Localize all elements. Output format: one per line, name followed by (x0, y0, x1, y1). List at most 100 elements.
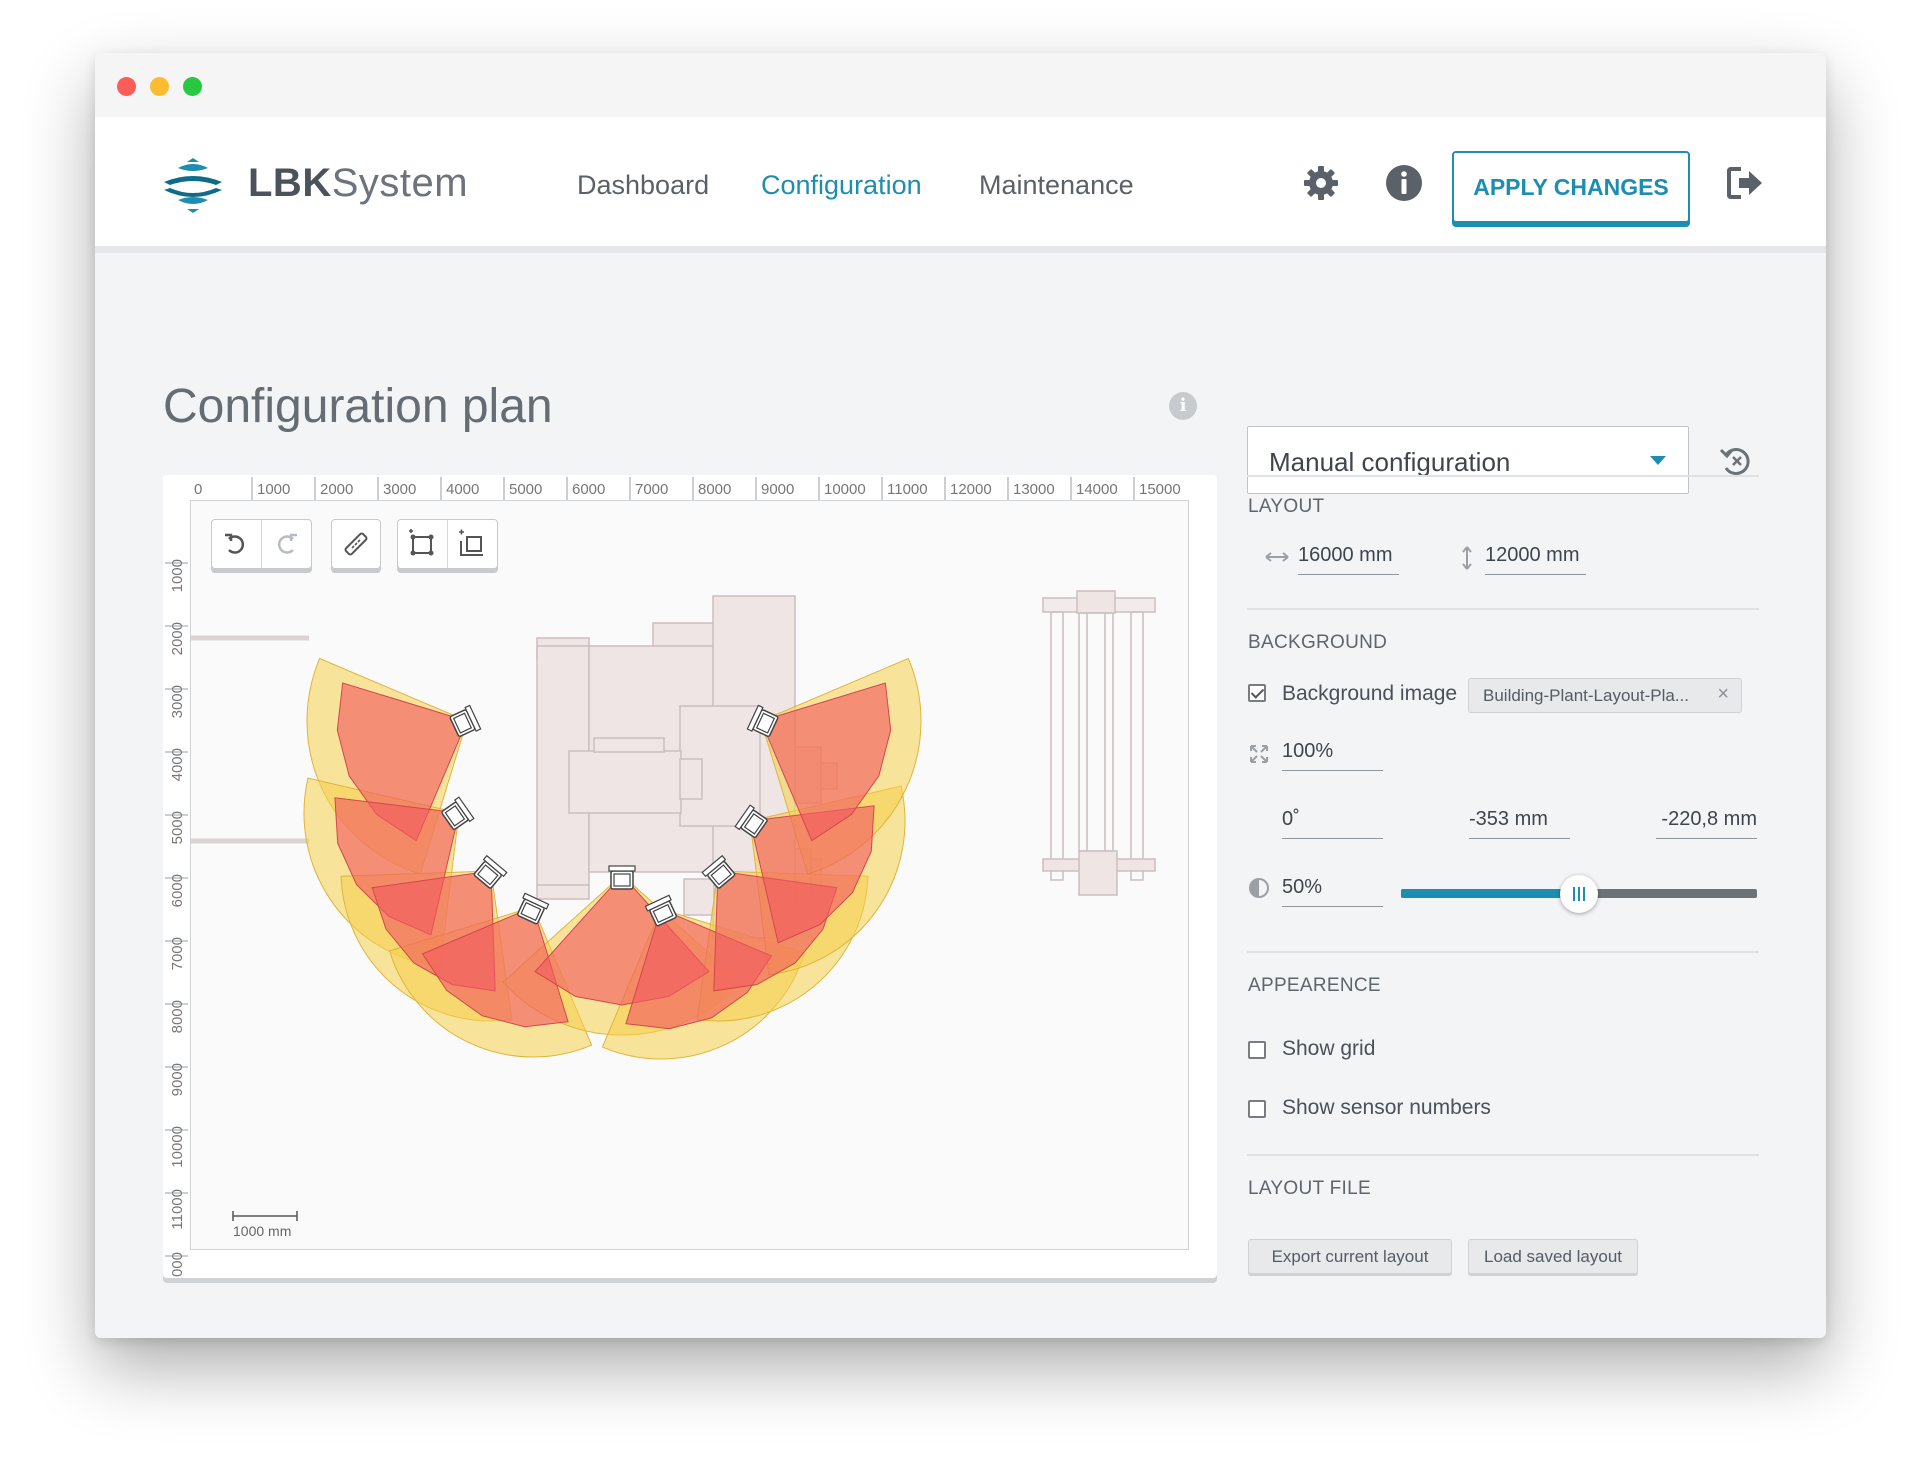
add-area-button[interactable] (398, 520, 448, 568)
width-arrows-icon (1265, 552, 1289, 562)
background-image-label: Background image (1282, 682, 1458, 705)
brand-name: LBKSystem (248, 161, 469, 205)
x-ruler-label: 15000 (1139, 481, 1181, 498)
y-ruler-label: 7000 (169, 937, 186, 970)
x-ruler-label: 0 (194, 481, 202, 498)
measure-button[interactable] (332, 520, 380, 568)
x-ruler-label: 1000 (257, 481, 290, 498)
lbk-logo-icon (164, 158, 222, 213)
divider (1247, 608, 1759, 610)
divider (1247, 951, 1759, 953)
undo-button[interactable] (212, 520, 262, 568)
y-ruler-label: 5000 (169, 811, 186, 844)
background-offset-x-input[interactable]: -353 mm (1469, 806, 1570, 839)
nav-configuration[interactable]: Configuration (761, 170, 922, 201)
background-opacity-input[interactable]: 50% (1282, 874, 1383, 907)
x-ruler-label: 7000 (635, 481, 668, 498)
height-arrows-icon (1462, 546, 1472, 570)
x-ruler-label: 12000 (950, 481, 992, 498)
background-image-checkbox[interactable] (1248, 684, 1266, 702)
nav-dashboard[interactable]: Dashboard (577, 170, 709, 201)
background-offset-y-input[interactable]: -220,8 mm (1656, 806, 1757, 839)
x-ruler-label: 8000 (698, 481, 731, 498)
load-layout-button[interactable]: Load saved layout (1468, 1239, 1638, 1274)
background-file-chip: Building-Plant-Layout-Pla... × (1468, 678, 1742, 713)
plan-info-icon[interactable]: i (1169, 392, 1197, 420)
y-ruler-label: 12000 (169, 1252, 186, 1278)
scale-expand-icon (1250, 745, 1268, 763)
logout-icon[interactable] (1725, 163, 1765, 203)
x-ruler-label: 11000 (887, 481, 928, 498)
nav-maintenance[interactable]: Maintenance (979, 170, 1134, 201)
measure-tool-group (331, 519, 381, 569)
x-ruler-label: 10000 (824, 481, 866, 498)
show-sensor-numbers-label: Show sensor numbers (1282, 1096, 1491, 1119)
maximize-window-button[interactable] (183, 77, 202, 96)
add-area-icon (409, 529, 434, 556)
x-ruler-label: 5000 (509, 481, 542, 498)
undo-redo-group (211, 519, 312, 569)
redo-icon (278, 533, 298, 554)
divider (1247, 475, 1759, 477)
x-ruler: 0 1000 2000 3000 4000 5000 6000 7000 8000 9000 100… (194, 477, 1181, 500)
scale-bar-label: 1000 mm (233, 1223, 292, 1239)
x-ruler-label: 2000 (320, 481, 353, 498)
export-layout-button[interactable]: Export current layout (1248, 1239, 1452, 1274)
info-icon[interactable] (1384, 163, 1424, 203)
settings-gear-icon[interactable] (1301, 163, 1341, 203)
configuration-plan-card: 0 1000 2000 3000 4000 5000 6000 7000 8000 9000 100… (163, 475, 1217, 1278)
y-ruler-label: 2000 (169, 622, 186, 655)
x-ruler-label: 3000 (383, 481, 416, 498)
page-title: Configuration plan (163, 380, 553, 433)
add-object-icon (459, 529, 484, 556)
x-ruler-label: 4000 (446, 481, 479, 498)
background-file-name: Building-Plant-Layout-Pla... (1483, 686, 1690, 705)
y-ruler: 1000 2000 3000 4000 5000 6000 7000 8000 9000 1000… (165, 559, 188, 1278)
apply-changes-button[interactable]: APPLY CHANGES (1452, 151, 1690, 223)
show-sensor-numbers-checkbox[interactable] (1248, 1100, 1266, 1118)
x-ruler-label: 14000 (1076, 481, 1118, 498)
appearance-heading: APPEARENCE (1248, 975, 1381, 996)
reset-history-icon[interactable] (1718, 443, 1754, 479)
y-ruler-label: 8000 (169, 1000, 186, 1033)
layout-width-input[interactable]: 16000 mm (1298, 542, 1399, 575)
undo-icon (225, 533, 245, 554)
opacity-slider-thumb[interactable] (1560, 875, 1598, 913)
y-ruler-label: 4000 (169, 748, 186, 781)
mode-select[interactable]: Manual configuration (1247, 426, 1689, 494)
redo-button[interactable] (262, 520, 312, 568)
sensor-icon[interactable] (608, 865, 636, 890)
y-ruler-label: 10000 (169, 1126, 186, 1168)
x-ruler-label: 13000 (1013, 481, 1055, 498)
close-window-button[interactable] (117, 77, 136, 96)
opacity-icon (1249, 878, 1269, 898)
top-header: LBKSystem Dashboard Configuration Mainte… (95, 117, 1826, 253)
remove-file-icon[interactable]: × (1717, 683, 1729, 706)
show-grid-checkbox[interactable] (1248, 1041, 1266, 1059)
y-ruler-label: 9000 (169, 1063, 186, 1096)
opacity-slider-fill (1401, 889, 1579, 898)
add-object-button[interactable] (448, 520, 498, 568)
plan-drawing (191, 590, 1156, 1060)
ruler-icon (344, 532, 368, 556)
background-rotation-input[interactable]: 0˚ (1282, 806, 1383, 839)
area-tools-group (397, 519, 498, 569)
minimize-window-button[interactable] (150, 77, 169, 96)
mode-select-value: Manual configuration (1269, 447, 1511, 477)
background-scale-input[interactable]: 100% (1282, 738, 1383, 771)
layout-file-heading: LAYOUT FILE (1248, 1178, 1371, 1199)
chevron-down-icon (1650, 456, 1666, 465)
y-ruler-label: 3000 (169, 685, 186, 718)
layout-heading: LAYOUT (1248, 496, 1325, 517)
title-bar (95, 53, 1826, 117)
x-ruler-label: 6000 (572, 481, 605, 498)
plan-canvas[interactable]: 1000 mm (190, 500, 1189, 1250)
divider (1247, 1154, 1759, 1156)
layout-height-input[interactable]: 12000 mm (1485, 542, 1586, 575)
y-ruler-label: 1000 (169, 559, 186, 592)
y-ruler-label: 6000 (169, 874, 186, 907)
background-heading: BACKGROUND (1248, 632, 1388, 653)
y-ruler-label: 11000 (169, 1189, 186, 1230)
x-ruler-label: 9000 (761, 481, 794, 498)
show-grid-label: Show grid (1282, 1037, 1376, 1060)
